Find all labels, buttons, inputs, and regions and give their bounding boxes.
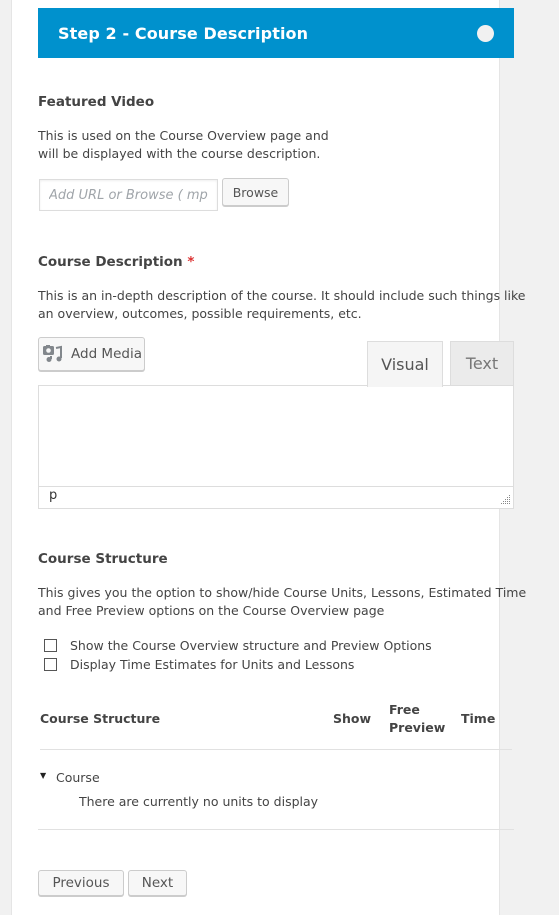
description-line: This gives you the option to show/hide C… [38,585,527,600]
required-marker: * [187,254,195,270]
description-line: This is used on the Course Overview page… [38,128,329,143]
description-line: and Free Preview options on the Course O… [38,603,385,618]
column-header-free-preview: Free Preview [389,701,445,737]
tab-visual[interactable]: Visual [367,341,443,387]
option-label: Display Time Estimates for Units and Les… [70,657,355,672]
empty-units-message: There are currently no units to display [79,794,319,809]
header-line: Preview [389,720,446,735]
featured-video-heading: Featured Video [38,94,155,110]
description-line: an overview, outcomes, possible requirem… [38,306,362,321]
course-structure-description: This gives you the option to show/hide C… [38,584,526,620]
browse-button[interactable]: Browse [222,178,289,206]
add-media-label: Add Media [71,346,142,362]
step-header[interactable]: Step 2 - Course Description [38,8,514,58]
featured-video-description: This is used on the Course Overview page… [38,127,329,163]
course-description-heading: Course Description * [38,254,194,270]
option-show-structure[interactable]: Show the Course Overview structure and P… [44,638,432,653]
tab-text[interactable]: Text [450,341,514,386]
editor-content-area[interactable] [39,386,513,487]
description-line: will be displayed with the course descri… [38,146,321,161]
table-divider [40,749,512,750]
resize-handle-icon[interactable] [501,495,511,505]
column-header-course-structure: Course Structure [40,711,161,726]
triangle-down-icon[interactable]: ▼ [40,771,46,780]
description-line: This is an in-depth description of the c… [38,288,526,303]
next-button[interactable]: Next [128,870,187,896]
featured-video-url-input[interactable] [39,179,218,211]
header-line: Free [389,702,420,717]
column-header-time: Time [461,711,496,726]
column-header-show: Show [333,711,372,726]
add-media-button[interactable]: Add Media [38,337,145,371]
circle-status-icon [477,25,494,42]
media-icon [43,345,62,362]
time-estimates-checkbox[interactable] [44,658,57,671]
option-time-estimates[interactable]: Display Time Estimates for Units and Les… [44,657,354,672]
option-label: Show the Course Overview structure and P… [70,638,432,653]
heading-text: Course Description [38,254,183,270]
show-structure-checkbox[interactable] [44,639,57,652]
tree-root-course[interactable]: Course [56,770,100,785]
course-description-help: This is an in-depth description of the c… [38,287,526,323]
course-structure-heading: Course Structure [38,551,168,567]
editor-path: p [49,488,58,503]
previous-button[interactable]: Previous [38,870,124,896]
step-title: Step 2 - Course Description [58,23,309,43]
description-editor: p [38,385,514,509]
table-bottom-divider [38,829,514,830]
